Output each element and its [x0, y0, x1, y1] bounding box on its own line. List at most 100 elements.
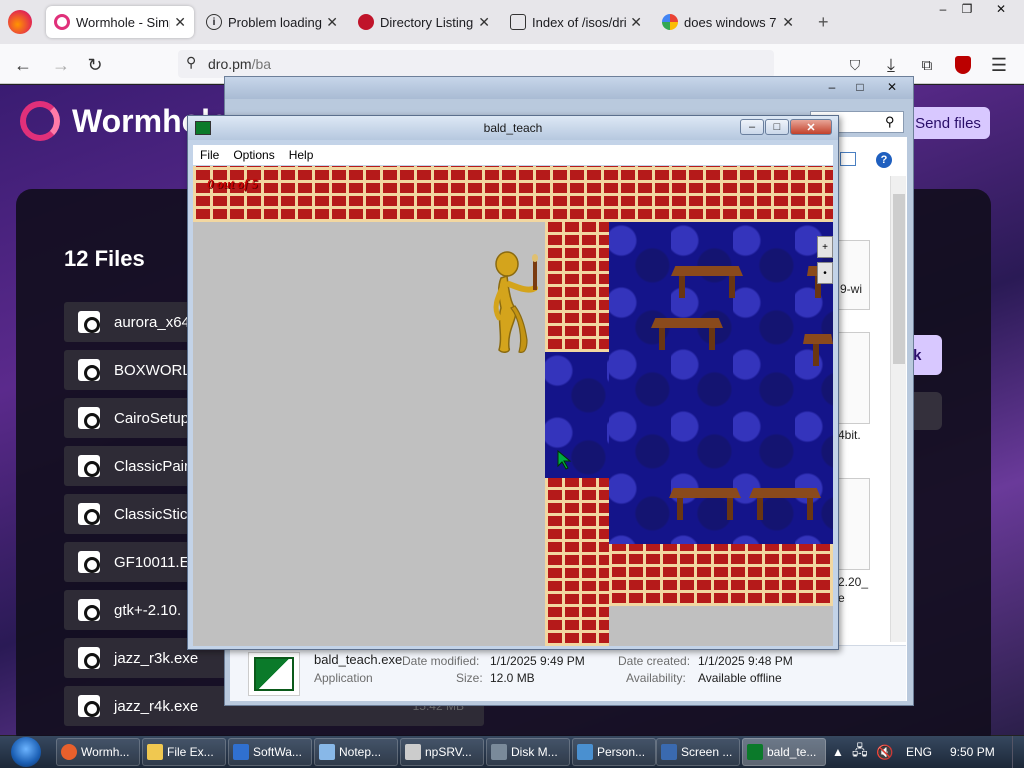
taskbar-item-disk-management[interactable]: Disk M... — [486, 738, 570, 766]
volume-muted-icon[interactable]: 🔇 — [876, 736, 893, 768]
new-tab-button[interactable]: + — [810, 6, 834, 38]
show-hidden-icons-icon[interactable]: ▲ — [832, 736, 844, 768]
close-icon[interactable]: ✕ — [174, 14, 186, 31]
search-icon: ⚲ — [885, 114, 895, 129]
size-value: 12.0 MB — [490, 671, 535, 685]
menu-options[interactable]: Options — [226, 148, 281, 162]
monitor-icon — [577, 744, 593, 760]
disk-icon — [491, 744, 507, 760]
close-icon[interactable]: ✕ — [630, 14, 642, 31]
close-icon[interactable]: ✕ — [326, 14, 338, 31]
close-icon[interactable]: ✕ — [782, 14, 794, 31]
url-path: /ba — [251, 56, 272, 72]
file-name-snippet: e — [838, 591, 845, 605]
zoom-in-button[interactable]: + — [817, 236, 833, 258]
file-name: aurora_x64 — [114, 313, 190, 331]
explorer-titlebar[interactable] — [225, 77, 913, 99]
reload-icon[interactable]: ↻ — [82, 52, 108, 78]
scrollbar-thumb[interactable] — [893, 194, 905, 364]
notepad-icon — [319, 744, 335, 760]
brick-wall — [545, 222, 609, 352]
gear-icon — [78, 359, 100, 381]
taskbar: Wormh... File Ex... SoftWa... Notep... n… — [0, 736, 1024, 768]
minimize-button[interactable]: – — [740, 119, 764, 135]
pocket-icon[interactable]: ⛉ — [842, 52, 868, 78]
menu-bar: File Options Help — [193, 145, 833, 165]
details-file-name: bald_teach.exe — [314, 652, 403, 667]
url-bar[interactable]: ⚲ dro.pm/ba — [178, 50, 774, 78]
close-icon[interactable]: ✕ — [478, 14, 490, 31]
help-icon[interactable]: ? — [876, 152, 892, 168]
folder-icon — [147, 744, 163, 760]
search-icon: ⚲ — [186, 54, 197, 70]
dragon-icon — [358, 14, 374, 30]
maximize-icon[interactable]: ❐ — [950, 0, 984, 18]
close-button[interactable]: ✕ — [790, 119, 832, 135]
notebook-counter: 0 out of 5 — [207, 176, 258, 191]
desktop: Wormhole - Simp ✕ i Problem loading ✕ Di… — [0, 0, 1024, 768]
close-icon[interactable]: ✕ — [984, 0, 1018, 18]
info-icon: i — [206, 14, 222, 30]
date-modified-value: 1/1/2025 9:49 PM — [490, 654, 585, 668]
blue-floor — [545, 352, 609, 478]
start-button[interactable] — [4, 736, 48, 768]
taskbar-label: Person... — [597, 745, 646, 759]
ublock-icon[interactable] — [950, 52, 976, 78]
file-thumbnail[interactable] — [836, 332, 870, 424]
monitor-icon — [661, 744, 677, 760]
clock[interactable]: 9:50 PM — [950, 736, 995, 768]
size-label: Size: — [456, 671, 483, 685]
language-indicator[interactable]: ENG — [906, 736, 932, 768]
game-viewport[interactable]: 0 out of 5 + • — [193, 166, 833, 646]
wormhole-icon — [54, 14, 70, 30]
tab-google-search[interactable]: does windows 7 p ✕ — [654, 6, 802, 38]
tab-index-of-isos[interactable]: Index of /isos/dri ✕ — [502, 6, 650, 38]
taskbar-item-bald-teach[interactable]: bald_te... — [742, 738, 826, 766]
date-created-value: 1/1/2025 9:48 PM — [698, 654, 793, 668]
windows-logo-icon — [11, 737, 41, 767]
file-name: jazz_r4k.exe — [114, 697, 199, 715]
taskbar-label: File Ex... — [167, 745, 214, 759]
file-name: ClassicStic — [114, 505, 188, 523]
tab-problem-loading[interactable]: i Problem loading ✕ — [198, 6, 346, 38]
app-icon — [747, 744, 763, 760]
menu-icon[interactable]: ☰ — [986, 52, 1012, 78]
file-thumbnail[interactable] — [836, 478, 870, 570]
forward-icon[interactable]: → — [48, 52, 74, 78]
download-icon[interactable]: ⤓ — [878, 52, 904, 78]
desk — [671, 266, 743, 300]
folder-icon — [510, 14, 526, 30]
maximize-button[interactable]: □ — [765, 119, 789, 135]
send-files-button[interactable]: Send files — [906, 107, 990, 139]
zoom-out-button[interactable]: • — [817, 262, 833, 284]
taskbar-item-screen[interactable]: Screen ... — [656, 738, 740, 766]
menu-help[interactable]: Help — [282, 148, 321, 162]
network-icon[interactable]: 🖧 — [852, 736, 868, 768]
file-thumbnail[interactable] — [836, 240, 870, 310]
taskbar-item-npsrv[interactable]: npSRV... — [400, 738, 484, 766]
preview-pane-icon[interactable] — [840, 152, 856, 166]
tab-wormhole[interactable]: Wormhole - Simp ✕ — [46, 6, 194, 38]
google-icon — [662, 14, 678, 30]
gear-icon — [78, 503, 100, 525]
brick-wall — [193, 166, 833, 222]
taskbar-item-personalization[interactable]: Person... — [572, 738, 656, 766]
taskbar-item-explorer[interactable]: File Ex... — [142, 738, 226, 766]
taskbar-item-firefox[interactable]: Wormh... — [56, 738, 140, 766]
close-icon[interactable]: ✕ — [875, 78, 909, 96]
taskbar-item-software[interactable]: SoftWa... — [228, 738, 312, 766]
game-titlebar[interactable]: bald_teach – □ ✕ — [188, 116, 838, 140]
console-icon — [405, 744, 421, 760]
taskbar-label: npSRV... — [425, 745, 472, 759]
tab-directory-listing[interactable]: Directory Listing ✕ — [350, 6, 498, 38]
maximize-icon[interactable]: □ — [843, 78, 877, 96]
firefox-icon[interactable] — [8, 10, 32, 34]
explorer-scrollbar[interactable] — [890, 176, 906, 642]
back-icon[interactable]: ← — [10, 52, 36, 78]
tab-title: Wormhole - Simp — [76, 14, 171, 30]
menu-file[interactable]: File — [193, 148, 226, 162]
taskbar-item-notepad[interactable]: Notep... — [314, 738, 398, 766]
extensions-icon[interactable]: ⧉ — [914, 52, 940, 78]
tab-title: Problem loading — [228, 14, 322, 30]
show-desktop-button[interactable] — [1012, 736, 1024, 768]
